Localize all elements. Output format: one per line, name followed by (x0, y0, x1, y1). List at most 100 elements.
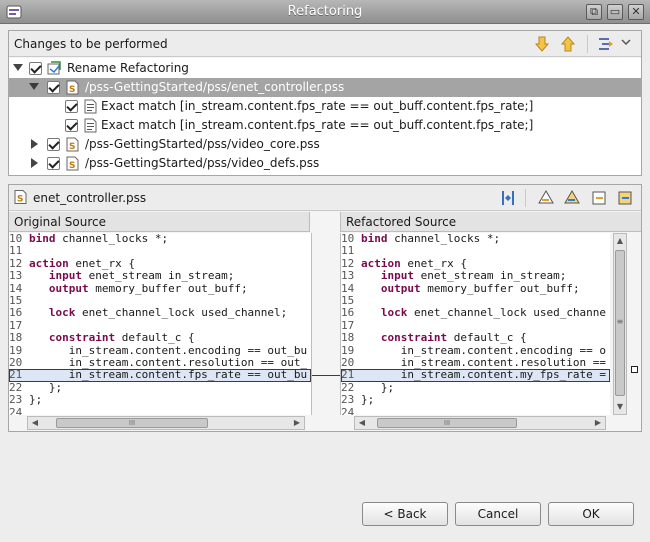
checkbox[interactable] (29, 62, 42, 75)
tree-item-label: /pss-GettingStarted/pss/enet_controller.… (85, 80, 345, 94)
tree-item-video-defs[interactable]: S /pss-GettingStarted/pss/video_defs.pss (9, 154, 641, 173)
filter-icon[interactable] (597, 35, 615, 53)
line-number: 16 (341, 306, 355, 320)
changes-panel-title: Changes to be performed (14, 37, 168, 51)
original-source-pane[interactable]: 10 bind channel_locks *; 11 12 action enet_r… (9, 233, 312, 415)
checkbox[interactable] (65, 100, 78, 113)
code-text: }; (361, 380, 395, 394)
ok-button[interactable]: OK (548, 502, 634, 526)
code-text: in_stream.content.encoding == o (361, 343, 607, 357)
copy-all-left-icon[interactable] (617, 189, 635, 207)
checkbox[interactable] (65, 119, 78, 132)
tree-item-exact-match-1[interactable]: Exact match [in_stream.content.fps_rate … (9, 97, 641, 116)
compare-file-name: enet_controller.pss (33, 191, 147, 205)
text-edit-icon (84, 118, 97, 133)
tree-item-video-core[interactable]: S /pss-GettingStarted/pss/video_core.pss (9, 135, 641, 154)
pss-file-icon: S (66, 156, 79, 171)
original-source-title: Original Source (9, 212, 310, 232)
scroll-right-icon[interactable]: ▶ (291, 418, 303, 428)
close-icon[interactable]: ✕ (628, 4, 644, 20)
code-keyword: lock (380, 306, 408, 320)
code-text: enet_channel_lock used_channel; (75, 306, 288, 320)
minimize-icon[interactable]: ▭ (607, 4, 623, 20)
checkbox[interactable] (47, 157, 60, 170)
scroll-up-icon[interactable]: ▲ (615, 235, 625, 247)
pss-file-icon: S (14, 190, 27, 205)
toolbar-separator (587, 35, 588, 53)
line-number: 18 (341, 331, 355, 345)
refactored-source-pane[interactable]: 10 bind channel_locks *; 11 12 action enet_r… (340, 233, 610, 415)
changes-panel-header: Changes to be performed (9, 31, 641, 57)
code-line: 24 (9, 405, 311, 415)
previous-change-icon[interactable] (559, 35, 577, 53)
restore-icon[interactable]: ⧉ (586, 4, 602, 20)
pss-file-icon: S (66, 80, 79, 95)
copy-left-icon[interactable] (591, 189, 609, 207)
code-line: 23}; (9, 393, 311, 407)
scroll-right-icon[interactable]: ▶ (592, 418, 604, 428)
expand-toggle-icon[interactable] (13, 64, 23, 71)
line-number: 13 (9, 269, 23, 283)
tree-item-exact-match-2[interactable]: Exact match [in_stream.content.fps_rate … (9, 116, 641, 135)
code-text: }; (29, 393, 43, 407)
compare-icon[interactable] (499, 189, 517, 207)
code-line: 24 (341, 406, 610, 415)
scroll-down-icon[interactable]: ▼ (615, 401, 625, 413)
toolbar-separator (525, 189, 526, 207)
code-line: 10 bind channel_locks *; (341, 233, 610, 245)
changes-tree[interactable]: Rename Refactoring S /pss-GettingStarted… (9, 58, 641, 175)
line-number: 24 (9, 405, 23, 415)
refactored-horizontal-scrollbar[interactable]: ◀ III ▶ (354, 416, 606, 430)
code-text: enet_channel_lock used_channe (407, 306, 607, 320)
line-number: 23 (341, 393, 355, 407)
scroll-left-icon[interactable]: ◀ (356, 418, 368, 428)
line-number: 21 (9, 368, 23, 382)
tree-item-rename-refactoring[interactable]: Rename Refactoring (9, 59, 641, 78)
scroll-thumb[interactable]: III (56, 418, 208, 428)
tree-item-label: Exact match [in_stream.content.fps_rate … (101, 99, 534, 113)
svg-text:S: S (17, 195, 23, 205)
code-text: enet_stream in_stream; (414, 269, 567, 283)
code-line: 14 output memory_buffer out_buff; (9, 281, 311, 295)
line-number: 18 (9, 331, 23, 345)
code-line: 14 output memory_buffer out_buff; (341, 282, 610, 295)
scroll-thumb[interactable]: ≡ (615, 250, 625, 396)
original-horizontal-scrollbar[interactable]: ◀ III ▶ (27, 416, 305, 430)
checkbox[interactable] (47, 81, 60, 94)
expand-toggle-icon[interactable] (29, 83, 39, 90)
chevron-down-icon[interactable] (621, 37, 631, 47)
refactored-source-title: Refactored Source (340, 212, 641, 232)
code-text: in_stream.content.resolution == out_ (29, 356, 308, 369)
checkbox[interactable] (47, 138, 60, 151)
expand-toggle-icon[interactable] (31, 139, 38, 149)
pss-file-icon: S (66, 137, 79, 152)
overview-ruler-marker[interactable] (631, 366, 638, 373)
window-title-bar: Refactoring ⧉ ▭ ✕ (0, 0, 650, 24)
compare-panel: S enet_controller.pss Original Source 10… (8, 184, 642, 432)
text-edit-icon (84, 99, 97, 114)
scroll-left-icon[interactable]: ◀ (29, 418, 41, 428)
code-text: in_stream.content.resolution == (361, 356, 610, 369)
diff-connector-line (312, 375, 340, 376)
line-number: 11 (9, 244, 23, 258)
tree-item-enet-controller[interactable]: S /pss-GettingStarted/pss/enet_controlle… (9, 78, 641, 97)
code-line: 16 lock enet_channel_lock used_channel; (9, 306, 311, 320)
copy-right-icon[interactable] (537, 189, 555, 207)
expand-toggle-icon[interactable] (31, 158, 38, 168)
code-text: memory_buffer out_buff; (88, 281, 248, 295)
refactored-vertical-scrollbar[interactable]: ▲ ≡ ▼ (613, 233, 627, 415)
diff-connector-lane (312, 233, 340, 415)
next-change-icon[interactable] (533, 35, 551, 53)
back-button[interactable]: < Back (362, 502, 448, 526)
cancel-button[interactable]: Cancel (455, 502, 541, 526)
code-keyword: action (29, 256, 69, 270)
code-text: enet_rx { (68, 256, 135, 270)
copy-all-right-icon[interactable] (563, 189, 581, 207)
code-line: 16 lock enet_channel_lock used_channe (341, 306, 610, 320)
scroll-thumb[interactable]: III (377, 418, 517, 428)
